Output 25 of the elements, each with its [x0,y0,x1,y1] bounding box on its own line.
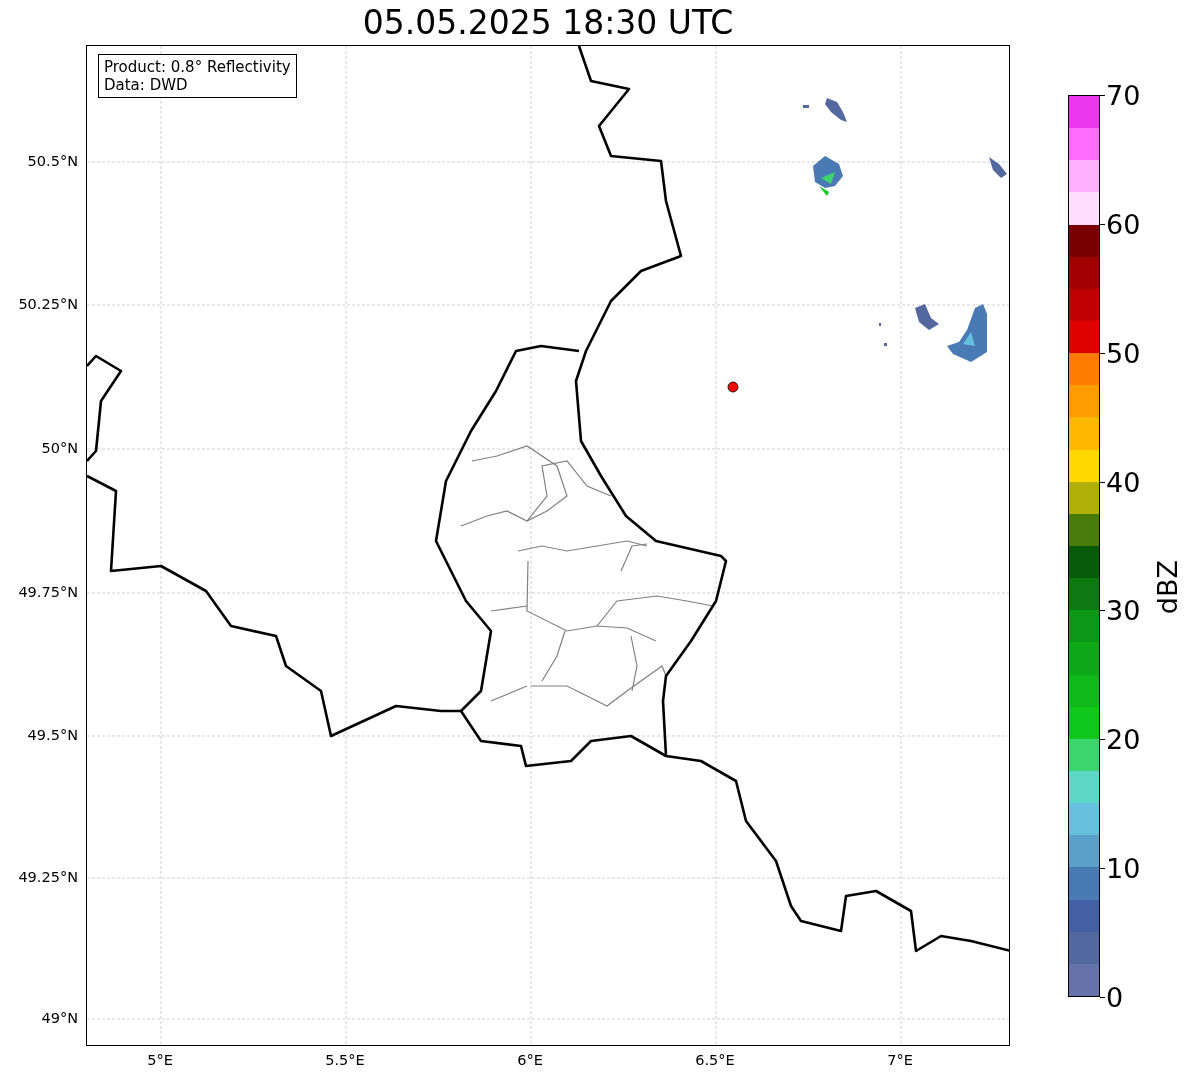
colorbar-tick-label: 20 [1106,723,1141,755]
latitude-label: 49°N [41,1010,78,1026]
colorbar-tick-label: 10 [1106,852,1141,884]
latitude-label: 50.5°N [27,153,78,169]
longitude-label: 6°E [517,1052,543,1068]
station-marker-icon [727,381,739,393]
longitude-label: 5.5°E [325,1052,365,1068]
longitude-label: 7°E [887,1052,913,1068]
colorbar-tick-label: 0 [1106,981,1124,1013]
latitude-label: 49.75°N [18,584,78,600]
colorbar-label: dBZ [1152,560,1183,615]
longitude-label: 5°E [147,1052,173,1068]
latitude-label: 49.5°N [27,727,78,743]
latitude-label: 49.25°N [18,869,78,885]
colorbar-tick-label: 70 [1106,79,1141,111]
chart-title: 05.05.2025 18:30 UTC [361,2,735,44]
latitude-label: 50°N [41,440,78,456]
latitude-label: 50.25°N [18,296,78,312]
info-text: Product: 0.8° Reflectivity [104,58,291,76]
info-text: Data: DWD [104,76,189,94]
colorbar-tick-label: 50 [1106,337,1141,369]
longitude-label: 6.5°E [695,1052,735,1068]
colorbar-tick-label: 40 [1106,466,1141,498]
colorbar-tick-label: 60 [1106,208,1141,240]
colorbar-tick-label: 30 [1106,594,1141,626]
